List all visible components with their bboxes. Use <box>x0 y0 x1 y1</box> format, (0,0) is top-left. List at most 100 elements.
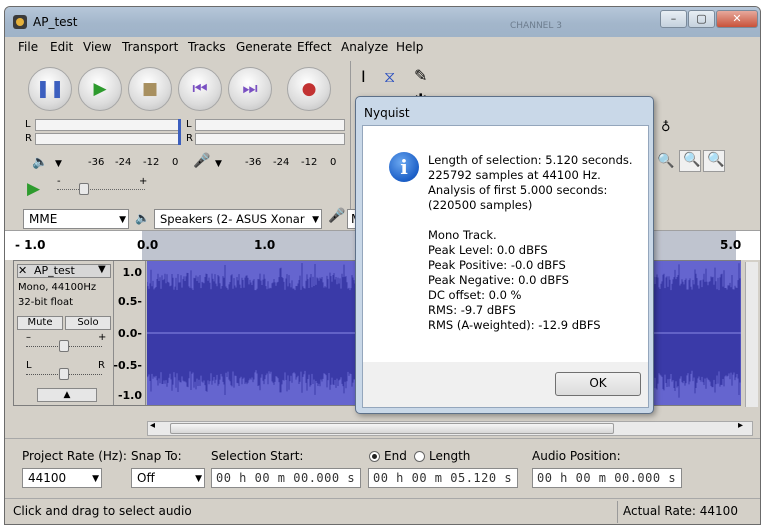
record-meter-dropdown-icon[interactable]: ▼ <box>215 159 222 169</box>
solo-button[interactable]: Solo <box>65 316 111 330</box>
triangle-up-icon: ▲ <box>63 390 71 400</box>
snap-to-select[interactable]: Off ▼ <box>131 468 205 488</box>
pause-button[interactable]: ❚❚ <box>28 67 72 111</box>
amp-label-neg05: -0.5- <box>113 359 142 372</box>
play-meter-dropdown-icon[interactable]: ▼ <box>55 159 62 169</box>
menu-edit[interactable]: Edit <box>50 40 73 54</box>
zoom-in-icon[interactable]: 🔍 <box>657 153 674 169</box>
menu-transport[interactable]: Transport <box>122 40 178 54</box>
project-rate-select[interactable]: 44100 ▼ <box>22 468 102 488</box>
record-meter-left-label: L <box>186 119 192 130</box>
collapse-track-button[interactable]: ▲ <box>37 388 97 402</box>
dialog-client: i Length of selection: 5.120 seconds. 225… <box>362 125 649 408</box>
play-icon: ▶ <box>93 79 107 99</box>
audio-position-field[interactable]: 00 h 00 m 00.000 s <box>532 468 682 488</box>
background-window-text: CHANNEL 3 <box>510 21 562 31</box>
menu-tracks[interactable]: Tracks <box>188 40 226 54</box>
gain-minus-label: – <box>26 332 31 343</box>
record-scale-12: -12 <box>301 157 318 168</box>
host-select[interactable]: MME ▼ <box>23 209 129 229</box>
scroll-right-icon[interactable]: ▸ <box>738 420 743 431</box>
ok-button[interactable]: OK <box>555 372 641 396</box>
play-at-speed-button[interactable]: ▶ <box>27 179 40 199</box>
amp-label-0: 0.0- <box>117 327 142 340</box>
record-button[interactable]: ● <box>287 67 331 111</box>
fit-selection-icon: 🔍 <box>683 152 701 168</box>
skip-start-icon: ⏮ <box>192 79 208 99</box>
menu-effect[interactable]: Effect <box>297 40 332 54</box>
selection-tool-icon[interactable]: I <box>361 67 366 86</box>
dialog-line: Length of selection: 5.120 seconds. <box>428 153 633 167</box>
maximize-button[interactable]: ▢ <box>688 10 715 28</box>
ruler-label-5: 5.0 <box>720 238 742 252</box>
speaker-icon[interactable]: 🔈 <box>32 155 48 170</box>
track-control-panel: AP_test ✕ ▼ Mono, 44100Hz 32-bit float M… <box>14 261 114 405</box>
chevron-down-icon: ▼ <box>119 215 126 225</box>
vertical-scrollbar[interactable] <box>745 262 758 407</box>
dialog-line: DC offset: 0.0 % <box>428 288 522 302</box>
menu-analyze[interactable]: Analyze <box>341 40 388 54</box>
play-meter-right <box>35 133 180 145</box>
record-scale-36: -36 <box>245 157 262 168</box>
stop-button[interactable]: ■ <box>128 67 172 111</box>
play-scale-24: -24 <box>115 157 132 168</box>
snap-to-value: Off <box>137 471 155 485</box>
menu-view[interactable]: View <box>83 40 111 54</box>
selection-end-field[interactable]: 00 h 00 m 05.120 s <box>368 468 518 488</box>
fit-project-button[interactable]: 🔍 <box>703 150 725 172</box>
skip-to-end-button[interactable]: ⏭ <box>228 67 272 111</box>
status-separator <box>617 501 618 523</box>
audacity-app-icon <box>13 15 27 29</box>
menu-file[interactable]: File <box>18 40 38 54</box>
microphone-icon[interactable]: 🎤 <box>193 153 210 169</box>
close-track-icon[interactable]: ✕ <box>18 264 27 277</box>
play-scale-0: 0 <box>172 157 179 168</box>
record-scale-24: -24 <box>273 157 290 168</box>
pan-left-label: L <box>26 360 32 371</box>
horizontal-scrollbar-thumb[interactable] <box>170 423 614 434</box>
fit-selection-button[interactable]: 🔍 <box>679 150 701 172</box>
length-radio[interactable] <box>414 451 425 462</box>
speed-slider-track <box>57 189 145 190</box>
track-format: Mono, 44100Hz <box>18 282 97 293</box>
record-scale-0: 0 <box>330 157 337 168</box>
selection-start-label: Selection Start: <box>211 449 304 463</box>
ruler-label-neg1: - 1.0 <box>15 238 46 252</box>
project-rate-value: 44100 <box>28 471 67 485</box>
menu-generate[interactable]: Generate <box>236 40 292 54</box>
info-icon: i <box>389 152 419 182</box>
toolbar-separator <box>350 61 351 226</box>
nyquist-dialog: Nyquist i Length of selection: 5.120 sec… <box>355 96 654 414</box>
horizontal-scrollbar[interactable] <box>147 421 753 436</box>
minimize-button[interactable]: – <box>660 10 687 28</box>
mixer-icon[interactable]: ♁ <box>661 120 671 135</box>
title-bar: AP_test CHANNEL 3 – ▢ ✕ <box>5 7 760 37</box>
menu-help[interactable]: Help <box>396 40 423 54</box>
stop-icon: ■ <box>141 79 159 99</box>
dialog-line: RMS: -9.7 dBFS <box>428 303 516 317</box>
play-button[interactable]: ▶ <box>78 67 122 111</box>
pan-slider-thumb[interactable] <box>59 368 69 380</box>
dialog-message-area: i Length of selection: 5.120 seconds. 225… <box>363 126 648 362</box>
track-name-menu[interactable]: AP_test <box>17 264 111 278</box>
gain-slider-thumb[interactable] <box>59 340 69 352</box>
dialog-title: Nyquist <box>364 106 410 120</box>
end-radio[interactable] <box>369 451 380 462</box>
track-menu-chevron-icon[interactable]: ▼ <box>98 264 106 275</box>
ruler-label-1: 1.0 <box>254 238 276 252</box>
envelope-tool-icon[interactable]: ⧖ <box>384 67 395 87</box>
audio-position-label: Audio Position: <box>532 449 621 463</box>
output-device-select[interactable]: Speakers (2- ASUS Xonar Esse▼ <box>154 209 322 244</box>
dialog-line: Peak Negative: 0.0 dBFS <box>428 273 569 287</box>
skip-to-start-button[interactable]: ⏮ <box>178 67 222 111</box>
menu-bar: File Edit View Transport Tracks Generate… <box>5 37 760 57</box>
chevron-down-icon: ▼ <box>92 474 99 484</box>
speed-slider-thumb[interactable] <box>79 183 89 195</box>
scroll-left-icon[interactable]: ◂ <box>150 420 155 431</box>
window-title: AP_test <box>33 15 78 29</box>
selection-start-field[interactable]: 00 h 00 m 00.000 s <box>211 468 361 488</box>
close-window-button[interactable]: ✕ <box>716 10 758 28</box>
mute-button[interactable]: Mute <box>17 316 63 330</box>
draw-tool-icon[interactable]: ✎ <box>414 66 427 85</box>
host-select-value: MME <box>29 212 58 226</box>
